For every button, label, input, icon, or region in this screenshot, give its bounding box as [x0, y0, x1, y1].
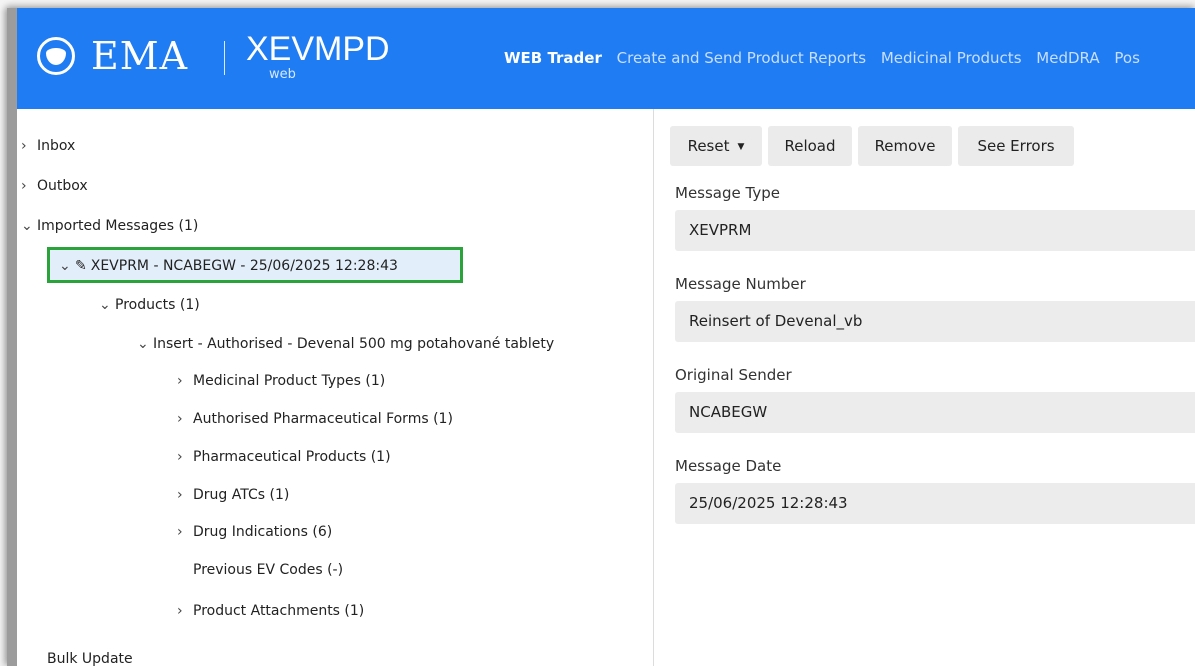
pencil-icon[interactable]: ✎: [75, 258, 87, 274]
original-sender-label: Original Sender: [675, 366, 792, 384]
tree-item-drug-atcs[interactable]: › Drug ATCs (1): [177, 485, 289, 505]
app-window: EMA XEVMPD web WEB Trader Create and Sen…: [7, 8, 1195, 666]
tree-item-inbox[interactable]: › Inbox: [21, 136, 75, 156]
chevron-right-icon: ›: [177, 411, 183, 427]
main-nav: WEB Trader Create and Send Product Repor…: [504, 48, 1150, 68]
nav-medicinal-products[interactable]: Medicinal Products: [881, 49, 1022, 67]
reload-button[interactable]: Reload: [768, 126, 852, 166]
tree-item-imported-messages[interactable]: ⌄ Imported Messages (1): [21, 216, 198, 236]
chevron-down-icon: ⌄: [99, 297, 111, 313]
app-subtitle: web: [269, 67, 296, 82]
ema-logo-text: EMA: [91, 34, 189, 78]
top-header: EMA XEVMPD web WEB Trader Create and Sen…: [17, 8, 1195, 109]
chevron-down-icon: ⌄: [59, 258, 71, 274]
chevron-down-icon: ⌄: [137, 336, 149, 352]
reset-label: Reset: [687, 137, 730, 155]
logo-separator: [224, 41, 225, 75]
tree-item-label: Bulk Update: [47, 651, 133, 666]
nav-web-trader[interactable]: WEB Trader: [504, 49, 602, 67]
tree-item-label: Outbox: [37, 178, 88, 194]
tree-item-label: Authorised Pharmaceutical Forms (1): [193, 411, 453, 427]
tree-item-product-attachments[interactable]: › Product Attachments (1): [177, 601, 364, 621]
message-type-field[interactable]: XEVPRM: [675, 210, 1195, 251]
tree-item-label: Drug ATCs (1): [193, 487, 290, 503]
caret-down-icon: ▼: [737, 141, 745, 152]
tree-item-label: XEVPRM - NCABEGW - 25/06/2025 12:28:43: [90, 258, 398, 274]
remove-button[interactable]: Remove: [858, 126, 952, 166]
message-number-field[interactable]: Reinsert of Devenal_vb: [675, 301, 1195, 342]
window-left-border: [7, 8, 17, 666]
tree-item-insert-product[interactable]: ⌄ Insert - Authorised - Devenal 500 mg po…: [137, 334, 554, 354]
tree-item-label: Imported Messages (1): [37, 218, 199, 234]
tree-item-label: Pharmaceutical Products (1): [193, 449, 391, 465]
chevron-right-icon: ›: [21, 138, 27, 154]
tree-item-medicinal-product-types[interactable]: › Medicinal Product Types (1): [177, 371, 385, 391]
see-errors-button[interactable]: See Errors: [958, 126, 1074, 166]
tree-item-products[interactable]: ⌄ Products (1): [99, 295, 200, 315]
tree-item-label: Medicinal Product Types (1): [193, 373, 386, 389]
tree-item-bulk-update[interactable]: Bulk Update: [47, 649, 133, 666]
chevron-right-icon: ›: [21, 178, 27, 194]
message-tree: › Inbox › Outbox ⌄ Imported Messages (1) ⌄ ✎…: [17, 109, 654, 666]
tree-item-label: Previous EV Codes (-): [193, 562, 344, 578]
message-number-label: Message Number: [675, 275, 806, 293]
chevron-right-icon: ›: [177, 449, 183, 465]
tree-item-label: Insert - Authorised - Devenal 500 mg pot…: [153, 336, 555, 352]
chevron-right-icon: ›: [177, 603, 183, 619]
message-date-label: Message Date: [675, 457, 782, 475]
tree-item-authorised-forms[interactable]: › Authorised Pharmaceutical Forms (1): [177, 409, 453, 429]
tree-item-label: Inbox: [37, 138, 76, 154]
tree-item-pharmaceutical-products[interactable]: › Pharmaceutical Products (1): [177, 447, 391, 467]
tree-item-previous-ev-codes[interactable]: Previous EV Codes (-): [193, 560, 343, 580]
ema-logo-icon[interactable]: [37, 37, 75, 75]
nav-create-send-reports[interactable]: Create and Send Product Reports: [617, 49, 866, 67]
tree-item-outbox[interactable]: › Outbox: [21, 176, 88, 196]
chevron-right-icon: ›: [177, 373, 183, 389]
original-sender-field[interactable]: NCABEGW: [675, 392, 1195, 433]
tree-item-label: Products (1): [115, 297, 200, 313]
tree-item-label: Product Attachments (1): [193, 603, 365, 619]
nav-pos[interactable]: Pos: [1114, 49, 1140, 67]
app-name: XEVMPD: [246, 30, 390, 68]
tree-item-message[interactable]: ⌄ ✎ XEVPRM - NCABEGW - 25/06/2025 12:28:43: [59, 256, 398, 276]
tree-item-drug-indications[interactable]: › Drug Indications (6): [177, 522, 332, 542]
reset-dropdown-button[interactable]: Reset ▼: [670, 126, 762, 166]
detail-panel: Reset ▼ Reload Remove See Errors Message …: [654, 109, 1195, 666]
chevron-right-icon: ›: [177, 524, 183, 540]
message-date-field[interactable]: 25/06/2025 12:28:43: [675, 483, 1195, 524]
nav-meddra[interactable]: MedDRA: [1036, 49, 1099, 67]
tree-item-label: Drug Indications (6): [193, 524, 333, 540]
message-type-label: Message Type: [675, 184, 780, 202]
chevron-down-icon: ⌄: [21, 218, 33, 234]
chevron-right-icon: ›: [177, 487, 183, 503]
